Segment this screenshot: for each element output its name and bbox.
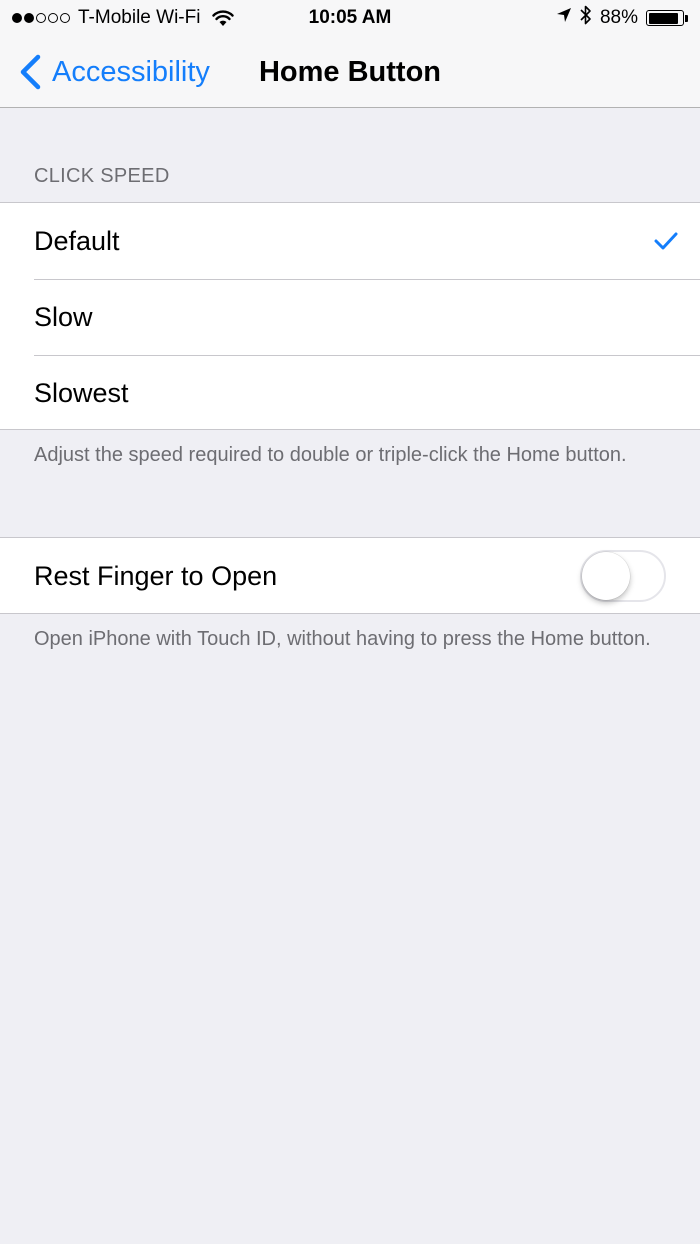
battery-body bbox=[646, 10, 684, 26]
option-label: Default bbox=[34, 225, 120, 256]
option-label: Slowest bbox=[34, 377, 129, 408]
rest-finger-footer: Open iPhone with Touch ID, without havin… bbox=[34, 628, 651, 650]
screen: T-Mobile Wi-Fi 10:05 AM 88% Accessibilit… bbox=[0, 0, 700, 1244]
signal-strength-icon bbox=[12, 13, 70, 23]
back-button-label: Accessibility bbox=[52, 55, 210, 88]
rest-finger-group: Rest Finger to Open bbox=[0, 537, 700, 614]
click-speed-header: CLICK SPEED bbox=[34, 165, 170, 187]
back-button[interactable]: Accessibility bbox=[18, 50, 210, 94]
rest-finger-row: Rest Finger to Open bbox=[0, 538, 700, 614]
rest-finger-label: Rest Finger to Open bbox=[34, 560, 278, 591]
option-label: Slow bbox=[34, 301, 93, 332]
battery-icon bbox=[646, 10, 688, 26]
wifi-icon bbox=[212, 9, 235, 27]
rest-finger-toggle[interactable] bbox=[580, 550, 666, 602]
click-speed-footer: Adjust the speed required to double or t… bbox=[34, 444, 627, 466]
location-arrow-icon bbox=[556, 7, 572, 29]
signal-dot bbox=[48, 13, 58, 23]
signal-dot bbox=[36, 13, 46, 23]
checkmark-icon bbox=[654, 231, 678, 251]
battery-tip bbox=[685, 14, 688, 22]
option-default[interactable]: Default bbox=[0, 203, 700, 279]
option-slow[interactable]: Slow bbox=[0, 279, 700, 355]
signal-dot bbox=[60, 13, 70, 23]
status-left: T-Mobile Wi-Fi bbox=[12, 7, 262, 29]
battery-fill bbox=[648, 12, 678, 24]
chevron-left-icon bbox=[18, 54, 42, 90]
battery-percent: 88% bbox=[599, 7, 638, 28]
click-speed-group: Default Slow Slowest bbox=[0, 202, 700, 430]
signal-dot bbox=[24, 13, 34, 23]
signal-dot bbox=[12, 13, 22, 23]
toggle-knob bbox=[582, 552, 630, 600]
carrier-name: T-Mobile Wi-Fi bbox=[78, 7, 201, 28]
status-right: 88% bbox=[538, 5, 688, 31]
bluetooth-icon bbox=[580, 5, 592, 31]
navigation-bar: Accessibility Home Button bbox=[0, 36, 700, 108]
option-slowest[interactable]: Slowest bbox=[0, 355, 700, 431]
status-bar: T-Mobile Wi-Fi 10:05 AM 88% bbox=[0, 0, 700, 36]
